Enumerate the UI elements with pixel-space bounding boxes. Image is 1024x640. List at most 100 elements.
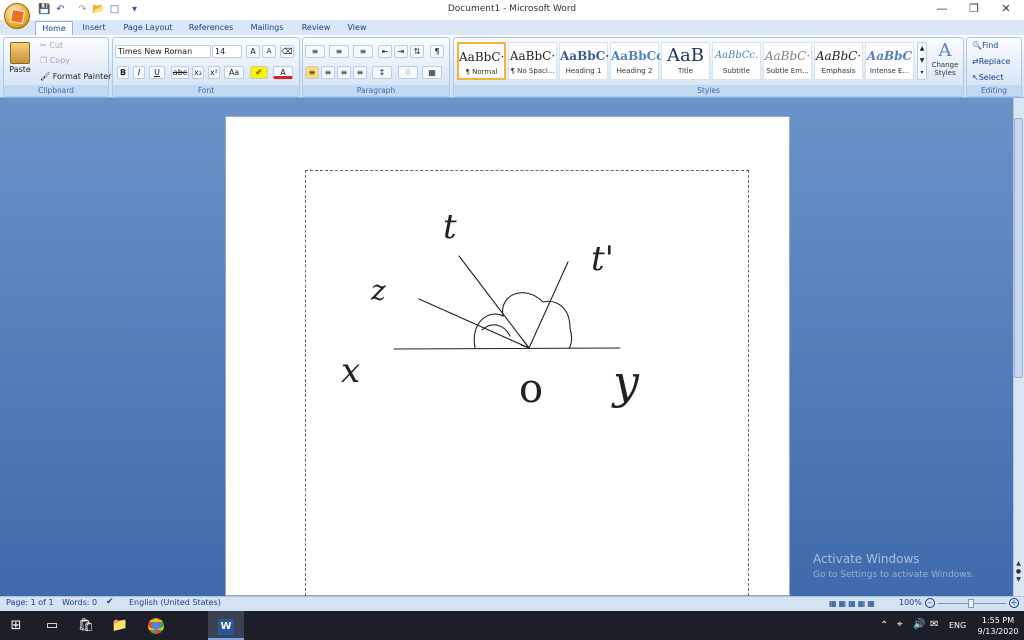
replace-button[interactable]: ⇄Replace [972, 57, 1010, 66]
tab-view[interactable]: View [342, 21, 372, 35]
superscript-button[interactable]: x² [208, 66, 220, 79]
tab-review[interactable]: Review [298, 21, 334, 35]
network-icon[interactable]: ⌖ [897, 619, 903, 630]
style-no-spacing[interactable]: AaBbC· ¶ No Spaci... [508, 42, 557, 80]
office-button[interactable] [4, 3, 30, 29]
shading-button[interactable]: ♢ [398, 66, 418, 79]
style-sample: AaBbC· [764, 49, 811, 63]
notification-icon[interactable]: ✉ [930, 619, 938, 630]
style-sample: AaBbCc. [714, 50, 759, 61]
scroll-thumb[interactable] [1014, 118, 1023, 378]
cut-label: Cut [49, 41, 64, 50]
paste-button[interactable]: Paste [8, 41, 32, 85]
copy-label: Copy [49, 56, 71, 65]
format-painter-button[interactable]: 🖌 Format Painter [40, 72, 111, 82]
align-right-button[interactable]: ≡ [337, 66, 351, 79]
activate-windows-subtitle: Go to Settings to activate Windows. [813, 570, 975, 580]
align-left-button[interactable]: ≡ [305, 66, 319, 79]
page-count[interactable]: Page: 1 of 1 [6, 598, 54, 607]
word-taskbar-icon[interactable]: W [208, 611, 244, 640]
justify-button[interactable]: ≡ [353, 66, 367, 79]
change-case-button[interactable]: Aa [224, 66, 244, 79]
zoom-level[interactable]: 100% [899, 598, 922, 607]
tab-page-layout[interactable]: Page Layout [121, 21, 175, 35]
style-heading-2[interactable]: AaBbCc Heading 2 [610, 42, 664, 80]
styles-scroll-arrows[interactable]: ▲ ▼ ▾ [917, 42, 927, 80]
proofing-icon[interactable]: ✔ [106, 597, 114, 607]
language-status[interactable]: English (United States) [129, 598, 221, 607]
bold-button[interactable]: B [117, 66, 129, 79]
strikethrough-button[interactable]: abc [171, 66, 189, 79]
change-styles-icon: A [938, 40, 952, 61]
tab-mailings[interactable]: Mailings [245, 21, 289, 35]
store-icon[interactable]: 🛍 [70, 611, 102, 640]
chrome-icon[interactable] [140, 611, 172, 640]
show-marks-button[interactable]: ¶ [430, 45, 444, 58]
font-name-dropdown[interactable]: Times New Roman [115, 45, 211, 58]
bullets-button[interactable]: ≡ [305, 45, 325, 58]
underline-button[interactable]: U [149, 66, 165, 79]
zoom-in-button[interactable]: + [1009, 598, 1019, 608]
arrowhead [520, 339, 530, 349]
style-title[interactable]: AaB Title [661, 42, 710, 80]
paragraph-group-label: Paragraph [303, 85, 449, 96]
style-heading-1[interactable]: AaBbC· Heading 1 [559, 42, 609, 80]
font-size-dropdown[interactable]: 14 [212, 45, 242, 58]
copy-button[interactable]: ❐ Copy [40, 56, 70, 66]
align-center-button[interactable]: ≡ [321, 66, 335, 79]
highlight-button[interactable]: ✐ [250, 66, 268, 79]
subscript-button[interactable]: x₂ [192, 66, 204, 79]
find-button[interactable]: 🔍Find [972, 41, 998, 50]
clock[interactable]: 1:55 PM 9/13/2020 [975, 615, 1021, 637]
activate-windows-title: Activate Windows [813, 552, 920, 566]
decrease-indent-button[interactable]: ⇤ [378, 45, 392, 58]
clipboard-group-label: Clipboard [4, 85, 108, 96]
style-sample: AaBbC· [459, 50, 505, 64]
style-subtle-emphasis[interactable]: AaBbC· Subtle Em... [763, 42, 812, 80]
style-normal[interactable]: AaBbC· ¶ Normal [457, 42, 506, 80]
borders-button[interactable]: ▦ [422, 66, 442, 79]
zoom-out-button[interactable]: – [925, 598, 935, 608]
tab-insert[interactable]: Insert [77, 21, 111, 35]
select-button[interactable]: ↖Select [972, 73, 1003, 82]
style-intense-emphasis[interactable]: AaBbC Intense E... [865, 42, 914, 80]
font-color-button[interactable]: A [273, 66, 293, 79]
word-count[interactable]: Words: 0 [62, 598, 97, 607]
tray-chevron-icon[interactable]: ⌃ [880, 620, 888, 631]
numbering-button[interactable]: ≡ [329, 45, 349, 58]
increase-indent-button[interactable]: ⇥ [394, 45, 408, 58]
find-label: Find [981, 41, 999, 50]
line-spacing-button[interactable]: ↕ [372, 66, 392, 79]
task-view-icon[interactable]: ▭ [36, 611, 68, 640]
sort-button[interactable]: ⇅ [410, 45, 424, 58]
style-subtitle[interactable]: AaBbCc. Subtitle [712, 42, 761, 80]
cut-button[interactable]: ✂ Cut [40, 41, 63, 51]
change-styles-button[interactable]: A Change Styles [929, 40, 961, 84]
windows-start-icon[interactable]: ⊞ [0, 611, 32, 640]
zoom-slider-thumb[interactable] [968, 599, 974, 608]
volume-icon[interactable]: 🔊 [913, 619, 925, 630]
style-emphasis[interactable]: AaBbC· Emphasis [814, 42, 863, 80]
shrink-font-button[interactable]: A [262, 45, 276, 58]
ray-line-t [458, 255, 530, 349]
format-painter-label: Format Painter [52, 72, 112, 81]
inner-arc [481, 324, 511, 337]
clear-formatting-button[interactable]: ⌫ [280, 45, 294, 58]
language-indicator[interactable]: ENG [949, 621, 966, 630]
label-t: t [443, 207, 457, 247]
freehand-drawing[interactable]: t z t' x o y [225, 116, 790, 596]
file-explorer-icon[interactable]: 📁 [104, 611, 136, 640]
browse-object-buttons[interactable]: ▲ ● ▼ [1014, 560, 1023, 594]
close-button[interactable]: ✕ [990, 0, 1022, 20]
style-sample: AaB [667, 45, 704, 66]
editing-group-label: Editing [967, 85, 1021, 96]
view-buttons[interactable]: ▦▦▦▦▦ [829, 599, 891, 609]
maximize-button[interactable]: ❐ [958, 0, 990, 20]
italic-button[interactable]: I [133, 66, 145, 79]
tab-home[interactable]: Home [35, 21, 73, 35]
style-sample: AaBbCc [611, 49, 664, 63]
grow-font-button[interactable]: A [246, 45, 260, 58]
minimize-button[interactable]: — [926, 0, 958, 20]
tab-references[interactable]: References [185, 21, 237, 35]
multilevel-list-button[interactable]: ≡ [353, 45, 373, 58]
